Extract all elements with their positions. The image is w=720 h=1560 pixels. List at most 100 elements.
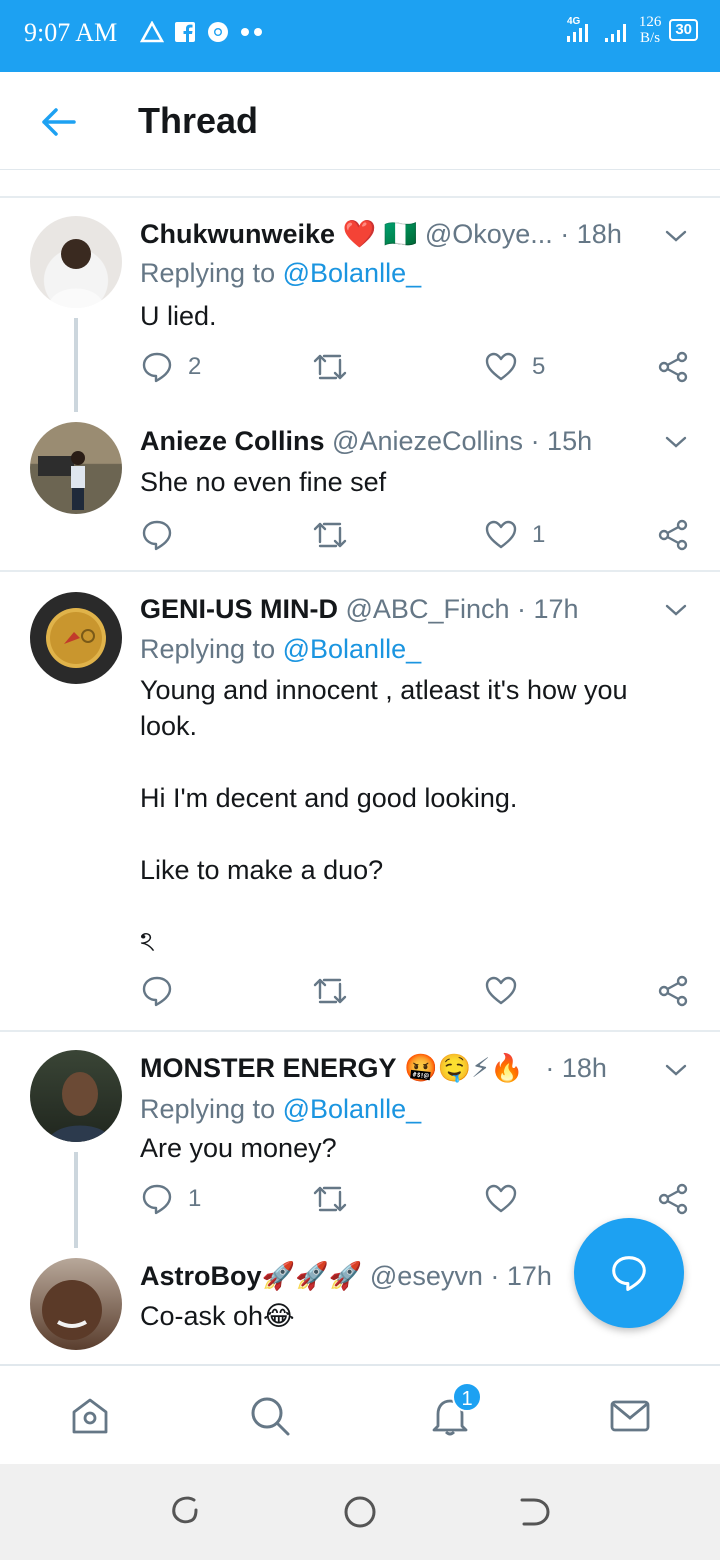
author-emoji: 🚀🚀🚀 xyxy=(261,1261,363,1291)
author-name[interactable]: AstroBoy xyxy=(140,1261,262,1291)
tweet-header: MONSTER ENERGY 🤬🤤⚡🔥 · 18h xyxy=(140,1052,607,1084)
chevron-down-icon[interactable] xyxy=(662,1056,690,1084)
thread-header: Thread xyxy=(0,72,720,170)
tweet-header: Chukwunweike ❤️ 🇳🇬 @Okoye... · 18h xyxy=(140,218,622,250)
reply-button[interactable] xyxy=(140,518,174,552)
retweet-icon xyxy=(313,978,347,1004)
tweet-item[interactable]: GENI-US MIN-D @ABC_Finch · 17h Replying … xyxy=(0,572,720,1030)
reply-button[interactable]: 1 xyxy=(140,1182,201,1216)
facebook-icon xyxy=(175,22,195,43)
like-button[interactable]: 1 xyxy=(484,518,545,552)
battery-indicator: 30 xyxy=(669,19,698,41)
replying-to: Replying to @Bolanlle_ xyxy=(140,634,422,664)
tweet-text: Are you money? xyxy=(140,1133,337,1163)
reply-icon xyxy=(142,976,172,1007)
reply-count: 1 xyxy=(188,1185,202,1212)
share-button[interactable] xyxy=(656,350,690,384)
author-name[interactable]: Anieze Collins xyxy=(140,426,325,456)
reply-bubble-icon xyxy=(612,1256,646,1291)
reply-button[interactable]: 2 xyxy=(140,350,201,384)
tweet-text-line: Like to make a duo? xyxy=(140,855,384,885)
replying-to: Replying to @Bolanlle_ xyxy=(140,258,422,288)
home-icon[interactable] xyxy=(68,1394,112,1438)
retweet-icon xyxy=(313,1186,347,1212)
signal-4g-icon: 4G xyxy=(566,16,588,42)
status-bar: 9:07 AM 4G 126 B/s 30 xyxy=(0,0,720,72)
tweet-item[interactable]: MONSTER ENERGY 🤬🤤⚡🔥 · 18h Replying to @B… xyxy=(0,1032,720,1248)
back-nav-icon[interactable] xyxy=(516,1494,552,1530)
tweet-actions: 1 xyxy=(140,1182,700,1222)
author-name[interactable]: GENI-US MIN-D xyxy=(140,594,338,624)
retweet-button[interactable] xyxy=(312,974,348,1008)
tweet-actions xyxy=(140,974,700,1014)
chevron-down-icon[interactable] xyxy=(662,222,690,250)
reply-icon xyxy=(142,520,172,551)
share-button[interactable] xyxy=(656,1182,690,1216)
tweet-header: Anieze Collins @AniezeCollins · 15h xyxy=(140,426,592,457)
tweet-item[interactable]: Anieze Collins @AniezeCollins · 15h She … xyxy=(0,404,720,570)
replying-handle-link[interactable]: @Bolanlle_ xyxy=(283,1094,422,1124)
author-handle[interactable]: @AniezeCollins xyxy=(332,426,523,456)
messages-envelope-icon[interactable] xyxy=(608,1394,652,1438)
bottom-navigation xyxy=(0,1364,720,1464)
compose-reply-button[interactable] xyxy=(574,1218,684,1328)
search-icon[interactable] xyxy=(248,1394,292,1438)
recent-apps-icon[interactable] xyxy=(168,1492,204,1528)
replying-handle-link[interactable]: @Bolanlle_ xyxy=(283,258,422,288)
like-count: 1 xyxy=(532,521,546,548)
share-button[interactable] xyxy=(656,518,690,552)
network-speed: 126 B/s xyxy=(638,14,662,46)
share-icon xyxy=(658,351,688,383)
tweet-time: · 17h xyxy=(490,1261,552,1291)
author-emoji: 🤬🤤⚡🔥 xyxy=(404,1053,524,1083)
replying-handle-link[interactable]: @Bolanlle_ xyxy=(283,634,422,664)
author-handle[interactable]: @Okoye... xyxy=(425,219,553,249)
avatar[interactable] xyxy=(30,592,122,684)
retweet-button[interactable] xyxy=(312,350,348,384)
retweet-icon xyxy=(313,354,347,380)
share-button[interactable] xyxy=(656,974,690,1008)
home-circle-icon[interactable] xyxy=(342,1494,378,1530)
chrome-icon xyxy=(208,22,228,42)
author-handle[interactable]: @eseyvn xyxy=(370,1261,483,1291)
author-name[interactable]: Chukwunweike xyxy=(140,219,335,249)
chevron-down-icon[interactable] xyxy=(662,428,690,456)
more-notifications-icon xyxy=(241,28,262,36)
reply-button[interactable] xyxy=(140,974,174,1008)
like-button[interactable] xyxy=(484,974,518,1008)
tweet-text: Young and innocent , atleast it's how yo… xyxy=(140,672,680,960)
like-button[interactable]: 5 xyxy=(484,350,545,384)
retweet-icon xyxy=(313,522,347,548)
like-button[interactable] xyxy=(484,1182,518,1216)
back-arrow-icon[interactable] xyxy=(38,102,78,142)
svg-text:4G: 4G xyxy=(567,16,581,27)
status-time: 9:07 AM xyxy=(24,18,118,47)
status-system-icons: 4G 126 B/s 30 xyxy=(565,14,698,46)
like-count: 5 xyxy=(532,353,546,380)
share-icon xyxy=(658,519,688,551)
tweet-text-line: Young and innocent , atleast it's how yo… xyxy=(140,675,628,741)
reply-count: 2 xyxy=(188,353,202,380)
author-handle[interactable]: @ABC_Finch xyxy=(346,594,510,624)
warning-triangle-icon xyxy=(140,21,164,43)
tweet-text: U lied. xyxy=(140,301,217,331)
heart-icon xyxy=(485,520,517,549)
thread-connector xyxy=(74,1152,78,1248)
retweet-button[interactable] xyxy=(312,518,348,552)
avatar[interactable] xyxy=(30,1050,122,1142)
chevron-down-icon[interactable] xyxy=(662,596,690,624)
avatar[interactable] xyxy=(30,216,122,308)
author-name[interactable]: MONSTER ENERGY xyxy=(140,1053,397,1083)
heart-icon xyxy=(485,1184,517,1213)
notifications-badge: 1 xyxy=(452,1382,482,1412)
avatar[interactable] xyxy=(30,1258,122,1350)
tweet-item[interactable]: Chukwunweike ❤️ 🇳🇬 @Okoye... · 18h Reply… xyxy=(0,198,720,412)
author-emoji: ❤️ 🇳🇬 xyxy=(342,219,418,249)
retweet-button[interactable] xyxy=(312,1182,348,1216)
tweet-time: · 18h xyxy=(560,219,622,249)
heart-icon xyxy=(485,976,517,1005)
replying-to: Replying to @Bolanlle_ xyxy=(140,1094,422,1124)
share-icon xyxy=(658,1183,688,1215)
reply-icon xyxy=(142,1184,172,1215)
avatar[interactable] xyxy=(30,422,122,514)
